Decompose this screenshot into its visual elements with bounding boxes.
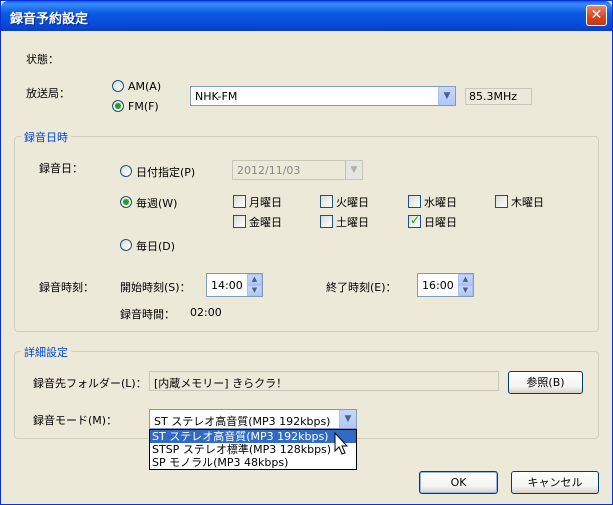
ok-button[interactable]: OK <box>419 471 498 494</box>
start-time-spinner[interactable]: ▲ ▼ <box>247 274 262 296</box>
station-select-value: NHK-FM <box>195 90 238 103</box>
start-time-label: 開始時刻(S)： <box>120 281 191 294</box>
mode-option-stereo-high[interactable]: ST ステレオ高音質(MP3 192kbps) <box>150 430 356 443</box>
monday-checkbox[interactable] <box>233 195 246 208</box>
fm-radio-label[interactable]: FM(F) <box>128 100 159 113</box>
end-time-spinner[interactable]: ▲ ▼ <box>458 274 473 296</box>
thursday-label[interactable]: 木曜日 <box>511 194 544 210</box>
weekly-radio-label[interactable]: 毎週(W) <box>136 195 177 211</box>
status-label: 状態： <box>26 53 59 66</box>
saturday-checkbox[interactable] <box>320 215 333 228</box>
date-label: 録音日： <box>39 162 83 175</box>
mode-select-value: ST ステレオ高音質(MP3 192kbps) <box>154 415 331 428</box>
fm-radio[interactable] <box>112 100 124 112</box>
folder-display: [内蔵メモリー] きらクラ！ <box>149 371 499 391</box>
dialog-window: 録音予約設定 ✕ 状態： 放送局： AM(A) FM(F) NHK-FM ▼ 8… <box>0 0 613 505</box>
start-time-input[interactable]: 14:00 ▲ ▼ <box>206 273 263 297</box>
end-time-input[interactable]: 16:00 ▲ ▼ <box>417 273 474 297</box>
am-radio-label[interactable]: AM(A) <box>128 80 161 93</box>
detail-group-label: 詳細設定 <box>21 344 71 360</box>
tuesday-label[interactable]: 火曜日 <box>336 194 369 210</box>
mode-option-mono[interactable]: SP モノラル(MP3 48kbps) <box>150 456 356 469</box>
duration-value: 02:00 <box>190 306 222 319</box>
mode-option-stereo-standard[interactable]: STSP ステレオ標準(MP3 128kbps) <box>150 443 356 456</box>
daily-radio[interactable] <box>120 239 132 251</box>
station-label: 放送局： <box>26 87 70 100</box>
spin-up-icon[interactable]: ▲ <box>458 274 473 285</box>
close-button[interactable]: ✕ <box>586 5 607 26</box>
sunday-label[interactable]: 日曜日 <box>424 214 457 230</box>
tuesday-checkbox[interactable] <box>320 195 333 208</box>
browse-button-label: 参照(B) <box>526 376 565 389</box>
chevron-down-icon: ▼ <box>345 161 362 179</box>
thursday-checkbox[interactable] <box>495 195 508 208</box>
date-picker-value: 2012/11/03 <box>237 164 301 177</box>
window-title: 録音予約設定 <box>10 12 89 27</box>
folder-label: 録音先フォルダー(L)： <box>33 377 147 390</box>
mouse-pointer-icon <box>334 432 349 455</box>
spin-down-icon[interactable]: ▼ <box>247 285 262 296</box>
chevron-down-icon[interactable]: ▼ <box>339 410 356 428</box>
folder-value: [内蔵メモリー] きらクラ！ <box>154 377 288 390</box>
start-time-value: 14:00 <box>211 279 243 292</box>
time-label: 録音時刻： <box>39 281 94 294</box>
browse-button[interactable]: 参照(B) <box>508 371 583 394</box>
chevron-down-icon[interactable]: ▼ <box>438 87 455 105</box>
daily-radio-label[interactable]: 毎日(D) <box>136 238 175 254</box>
frequency-value: 85.3MHz <box>469 90 518 103</box>
friday-label[interactable]: 金曜日 <box>249 214 282 230</box>
wednesday-label[interactable]: 水曜日 <box>424 194 457 210</box>
date-specified-radio[interactable] <box>120 165 132 177</box>
title-bar[interactable]: 録音予約設定 ✕ <box>1 1 612 31</box>
monday-label[interactable]: 月曜日 <box>249 194 282 210</box>
end-time-value: 16:00 <box>422 279 454 292</box>
date-picker: 2012/11/03 ▼ <box>232 160 363 180</box>
mode-select[interactable]: ST ステレオ高音質(MP3 192kbps) ▼ <box>149 409 357 429</box>
station-select[interactable]: NHK-FM ▼ <box>190 86 456 106</box>
duration-label: 録音時間： <box>120 308 175 321</box>
saturday-label[interactable]: 土曜日 <box>336 214 369 230</box>
spin-down-icon[interactable]: ▼ <box>458 285 473 296</box>
weekly-radio[interactable] <box>120 196 132 208</box>
mode-dropdown-list: ST ステレオ高音質(MP3 192kbps) STSP ステレオ標準(MP3 … <box>149 429 357 470</box>
spin-up-icon[interactable]: ▲ <box>247 274 262 285</box>
frequency-display: 85.3MHz <box>465 88 532 105</box>
friday-checkbox[interactable] <box>233 215 246 228</box>
wednesday-checkbox[interactable] <box>408 195 421 208</box>
sunday-checkbox[interactable] <box>408 213 421 228</box>
cancel-button[interactable]: キャンセル <box>511 471 599 494</box>
datetime-group-label: 録音日時 <box>21 129 71 145</box>
end-time-label: 終了時刻(E)： <box>326 281 397 294</box>
mode-label: 録音モード(M)： <box>33 414 118 427</box>
am-radio[interactable] <box>112 80 124 92</box>
cancel-button-label: キャンセル <box>527 476 583 489</box>
date-specified-radio-label[interactable]: 日付指定(P) <box>136 164 195 180</box>
ok-button-label: OK <box>450 476 467 489</box>
close-icon: ✕ <box>590 7 603 23</box>
